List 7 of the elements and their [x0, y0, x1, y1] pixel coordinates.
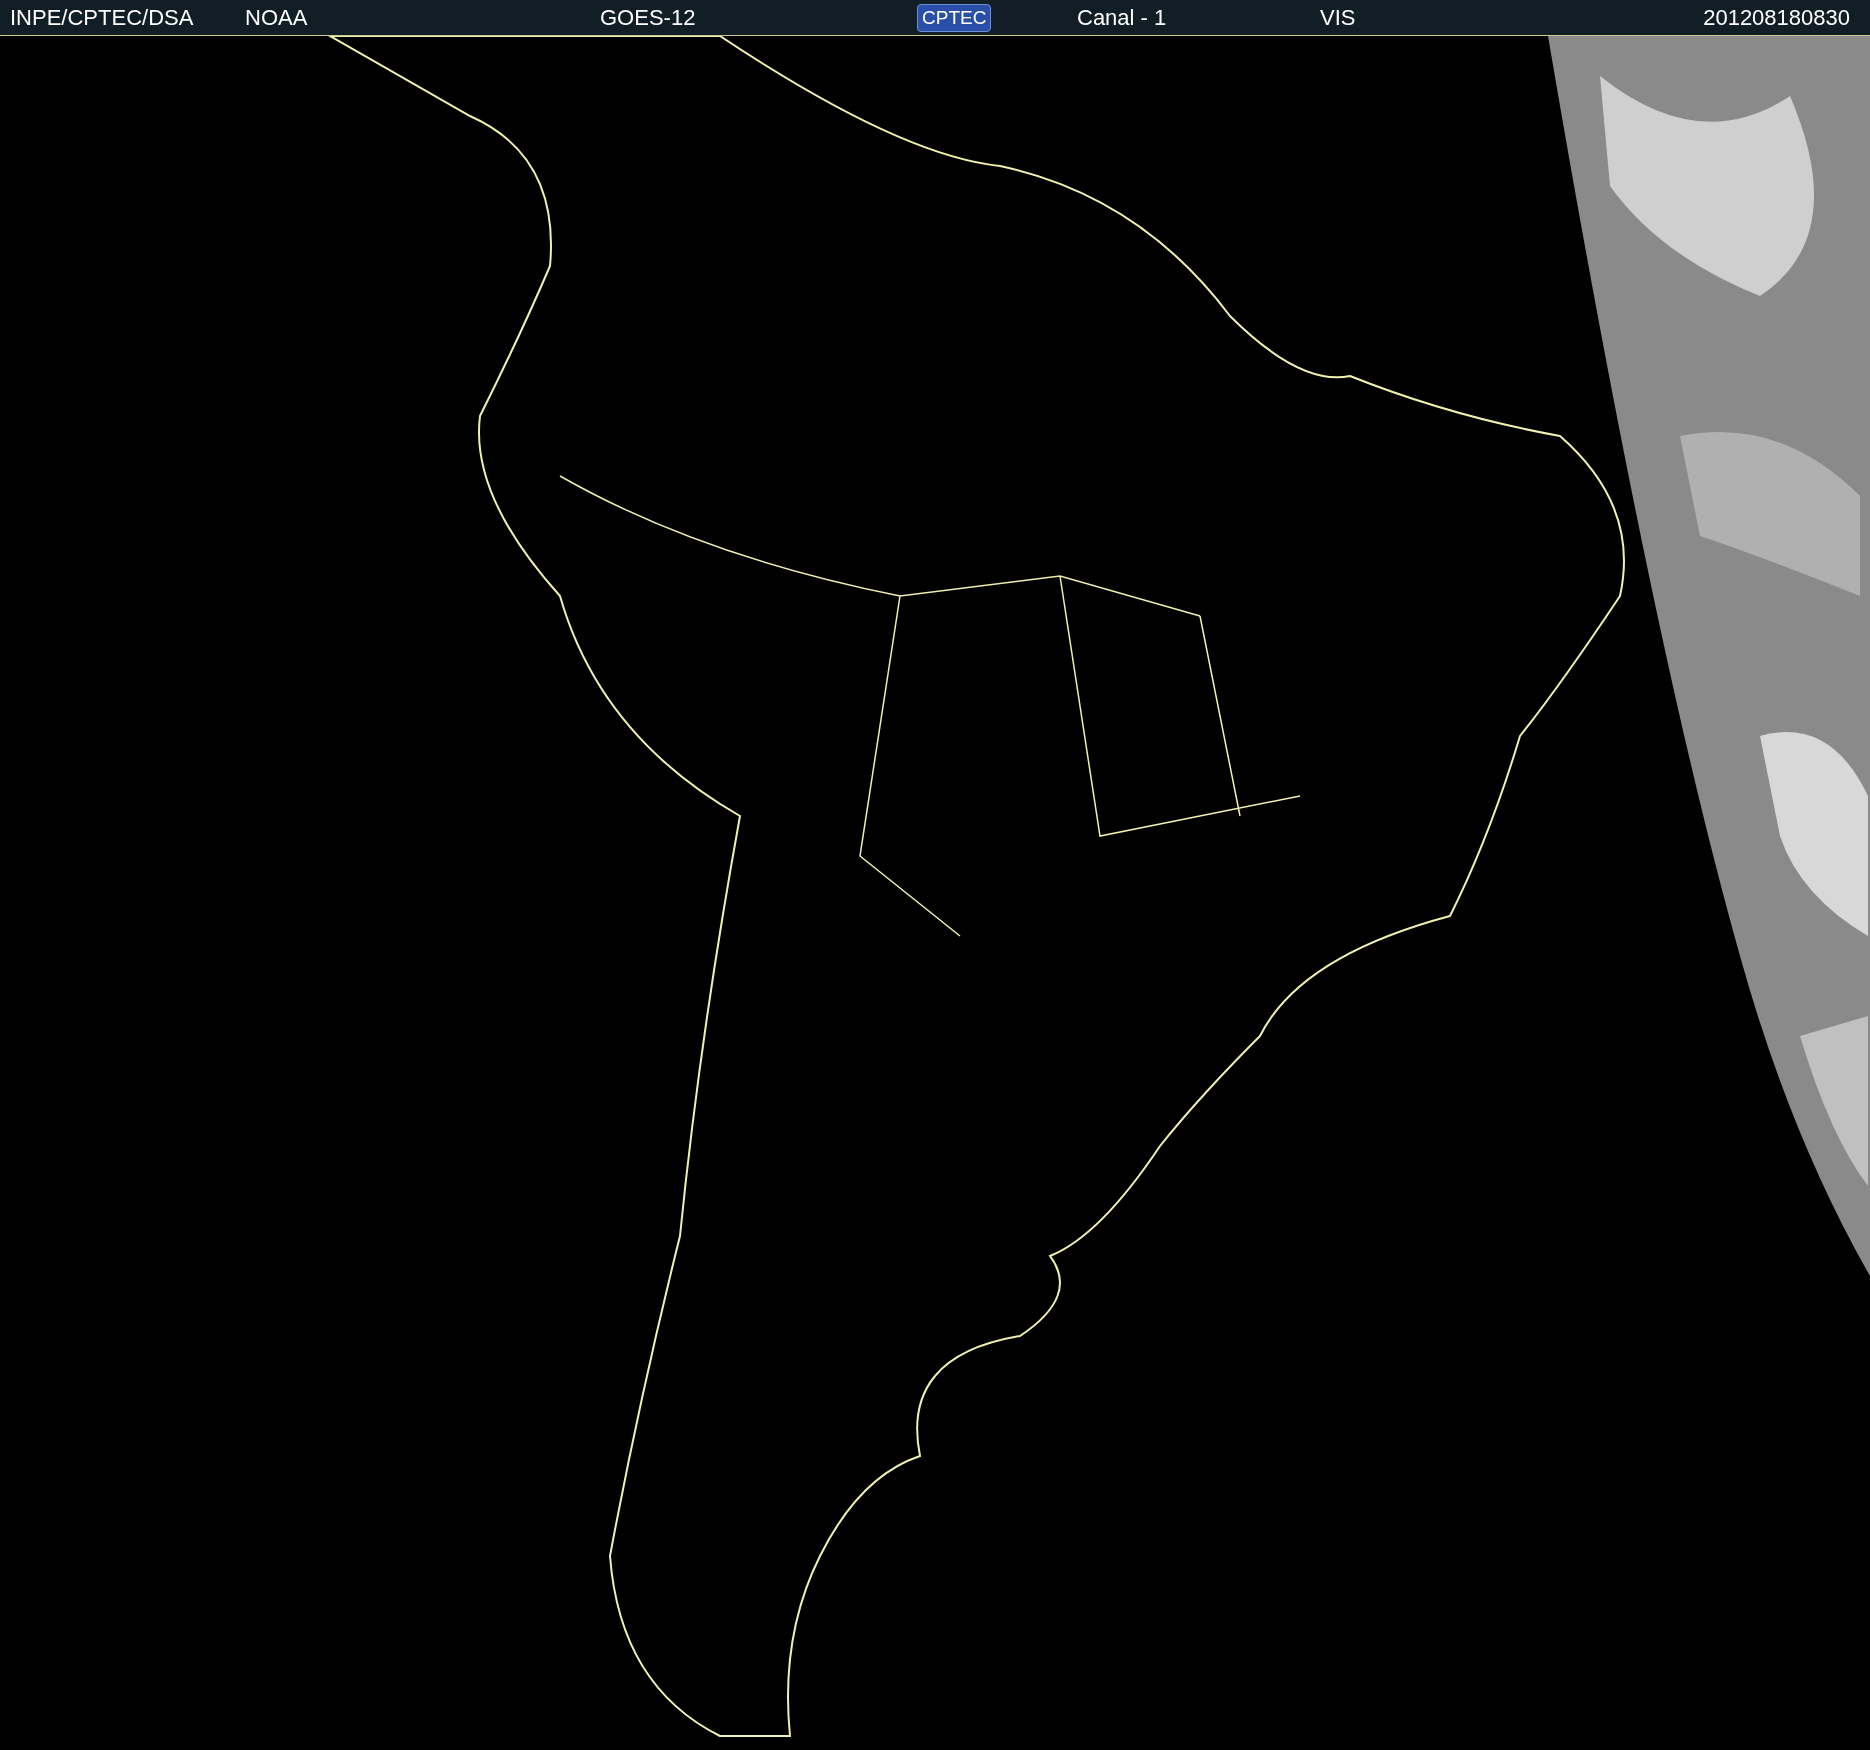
- header-text: Canal - 1: [1077, 4, 1167, 31]
- header-text: NOAA: [245, 4, 308, 31]
- header-text: VIS: [1320, 4, 1356, 31]
- header-text: INPE/CPTEC/DSA: [10, 4, 194, 31]
- header-text: 201208180830: [1703, 4, 1850, 31]
- logo: CPTEC: [917, 3, 992, 32]
- header-text: GOES-12: [600, 4, 696, 31]
